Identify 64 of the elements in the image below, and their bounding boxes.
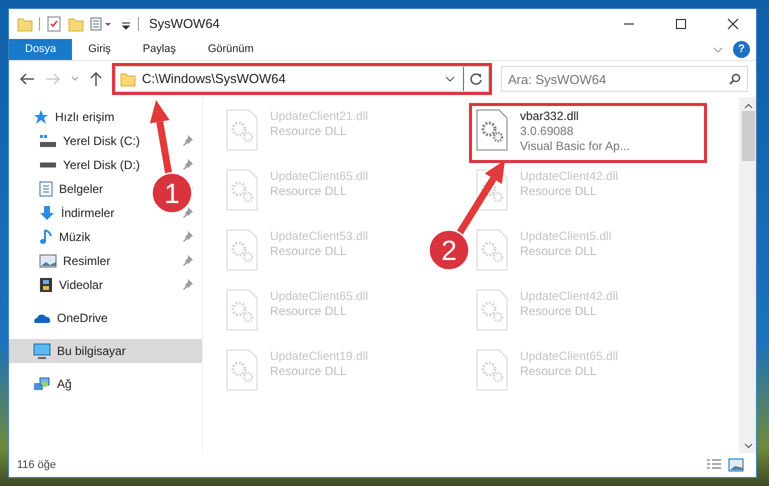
sidebar-item[interactable]: İndirmeler [9, 201, 118, 225]
item-count: 116 öğe [17, 458, 56, 473]
gear-file-icon [476, 109, 508, 151]
gear-file-icon [226, 169, 258, 211]
picture-icon [39, 254, 57, 268]
callout-badge: 1 [151, 172, 193, 214]
pin-icon[interactable] [182, 254, 194, 268]
pin-icon[interactable] [182, 158, 194, 172]
ribbon-tab[interactable]: Görünüm [192, 39, 270, 60]
ribbon-tab[interactable]: Giriş [72, 39, 127, 60]
cloud-icon [33, 312, 51, 324]
gear-file-icon [226, 349, 258, 391]
large-icons-view-icon[interactable] [728, 458, 744, 472]
expand-ribbon-icon[interactable] [713, 46, 723, 52]
address-bar[interactable]: C:\Windows\SysWOW64 [115, 66, 489, 92]
pin-icon[interactable] [182, 206, 194, 220]
document-icon [39, 181, 53, 197]
view-options-icon[interactable] [90, 16, 114, 32]
dropdown-icon[interactable] [445, 76, 455, 82]
sidebar-item[interactable]: OneDrive [9, 306, 202, 330]
gear-file-icon [476, 349, 508, 391]
file-item[interactable]: vbar332.dll 3.0.69088 Visual Basic for Ap... [469, 103, 707, 163]
gear-file-icon [226, 109, 258, 151]
gear-file-icon [476, 289, 508, 331]
drive-icon [39, 162, 57, 168]
music-note-icon [39, 229, 53, 245]
pin-icon[interactable] [182, 278, 194, 292]
gear-file-icon [476, 229, 508, 271]
network-icon [33, 376, 51, 392]
sidebar-item[interactable]: Yerel Disk (C:) [9, 129, 144, 153]
drive-icon [39, 134, 57, 148]
sidebar-item[interactable]: Yerel Disk (D:) [9, 153, 144, 177]
sidebar-item[interactable]: Hızlı erişim [9, 105, 202, 129]
properties-icon[interactable] [46, 16, 62, 32]
gear-file-icon [226, 289, 258, 331]
close-icon[interactable] [727, 18, 739, 30]
search-icon[interactable] [729, 73, 741, 85]
gear-file-icon [226, 229, 258, 271]
star-icon [33, 109, 49, 125]
window-title: SysWOW64 [149, 15, 220, 34]
refresh-icon[interactable] [469, 72, 483, 86]
sidebar-item[interactable]: Müzik [9, 225, 94, 249]
film-icon [39, 277, 53, 293]
callout-badge: 2 [428, 229, 470, 271]
folder-icon [120, 71, 136, 87]
download-arrow-icon [39, 205, 55, 221]
recent-locations-button[interactable] [69, 76, 81, 82]
sidebar-item[interactable]: Resimler [9, 249, 114, 273]
monitor-icon [33, 343, 51, 359]
back-button[interactable] [17, 72, 37, 86]
search-field[interactable]: Ara: SysWOW64 [501, 66, 748, 92]
maximize-icon[interactable] [675, 18, 687, 30]
sidebar-item[interactable]: Belgeler [9, 177, 108, 201]
ribbon-tab[interactable]: Dosya [9, 39, 72, 60]
sidebar-item[interactable]: Bu bilgisayar [9, 339, 202, 363]
pin-icon[interactable] [182, 230, 194, 244]
sidebar-item[interactable]: Videolar [9, 273, 107, 297]
scroll-up-icon[interactable] [744, 103, 752, 109]
ribbon-tab[interactable]: Paylaş [126, 39, 192, 60]
scrollbar-thumb[interactable] [742, 111, 754, 161]
pin-icon[interactable] [182, 134, 194, 148]
help-button[interactable]: ? [733, 41, 750, 58]
scroll-down-icon[interactable] [744, 443, 752, 449]
sidebar-item[interactable]: Ağ [9, 372, 202, 396]
